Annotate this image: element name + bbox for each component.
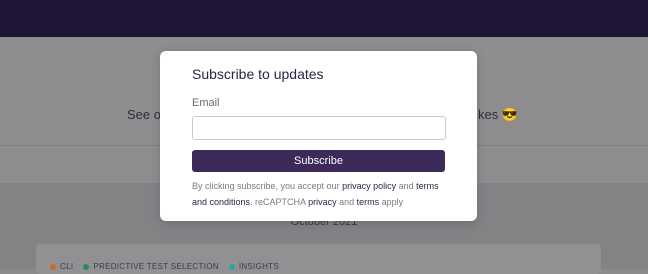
top-navbar	[0, 0, 648, 37]
legal-text-2: and	[396, 181, 417, 191]
subscribe-button[interactable]: Subscribe	[192, 150, 445, 172]
modal-title: Subscribe to updates	[192, 66, 324, 82]
recaptcha-terms-link[interactable]: terms	[357, 197, 380, 207]
tag-cli: CLI	[50, 262, 73, 271]
hero-text-right: kes 😎	[478, 107, 519, 122]
tag-insights: INSIGHTS	[228, 262, 279, 271]
tag-label: CLI	[60, 262, 74, 271]
legal-text-5: apply	[379, 197, 404, 207]
subscribe-modal: Subscribe to updates Email Subscribe By …	[160, 51, 477, 221]
privacy-policy-link[interactable]: privacy policy	[342, 181, 396, 191]
legal-text-1: By clicking subscribe, you accept our	[192, 181, 343, 191]
email-label: Email	[192, 97, 220, 109]
legal-text: By clicking subscribe, you accept our pr…	[192, 178, 452, 210]
tag-list: CLI PREDICTIVE TEST SELECTION INSIGHTS	[50, 262, 279, 271]
tag-label: PREDICTIVE TEST SELECTION	[93, 262, 219, 271]
legal-text-3: . reCAPTCHA	[250, 197, 309, 207]
email-input[interactable]	[192, 116, 446, 140]
legal-text-4: and	[336, 197, 357, 207]
tag-label: INSIGHTS	[238, 262, 279, 271]
recaptcha-privacy-link[interactable]: privacy	[308, 197, 337, 207]
tag-predictive-test-selection: PREDICTIVE TEST SELECTION	[83, 262, 219, 271]
